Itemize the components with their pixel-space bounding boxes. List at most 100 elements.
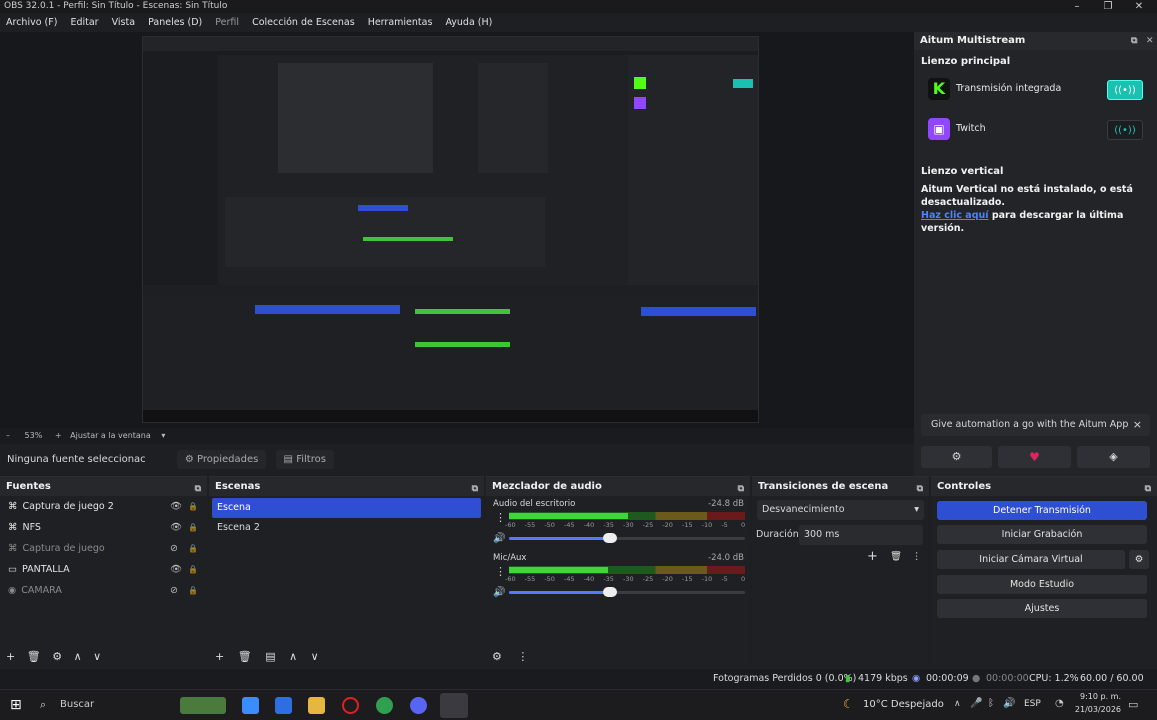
start-recording-button[interactable]: Iniciar Grabación [937,525,1147,544]
settings-icon[interactable]: ⚙ [921,446,992,468]
store-icon[interactable] [275,697,292,714]
eye-off-icon[interactable]: ⊘ [170,539,178,559]
search-icon[interactable]: ⌕ [40,698,46,712]
lock-icon[interactable]: 🔒 [188,497,198,517]
properties-button[interactable]: ⚙ Propiedades [176,450,267,469]
speaker-icon[interactable]: 🔊 [493,587,505,598]
settings-button[interactable]: Ajustes [937,599,1147,618]
add-icon[interactable]: + [215,650,224,663]
studio-mode-button[interactable]: Modo Estudio [937,575,1147,594]
source-item[interactable]: ▭ PANTALLA 👁 🔒 [0,560,207,580]
volume-slider-handle[interactable] [603,533,618,543]
promo-banner[interactable]: Give automation a go with the Aitum App … [921,414,1150,436]
close-dock-icon[interactable]: ✕ [1146,32,1154,50]
discord-icon[interactable] [410,697,427,714]
source-item[interactable]: ◉ CAMARA ⊘ 🔒 [0,581,207,601]
trash-icon[interactable]: 🗑 [890,547,902,567]
lock-icon[interactable]: 🔒 [188,581,198,601]
status-bar: Fotogramas Perdidos 0 (0.0%) ▮ 4179 kbps… [0,669,1157,704]
eye-icon[interactable]: 👁 [170,560,182,580]
chevron-down-icon[interactable]: ▾ [161,431,165,440]
lock-icon[interactable]: 🔒 [188,560,198,580]
language[interactable]: ESP [1024,699,1041,709]
virtualcam-gear-icon[interactable]: ⚙ [1129,550,1149,569]
trash-icon[interactable]: 🗑 [238,650,252,663]
output-toggle-kick[interactable]: ((•)) [1107,80,1143,100]
zoom-in-icon[interactable]: + [55,431,62,440]
menu-dots-icon[interactable]: ⋮ [912,547,922,567]
stop-streaming-button[interactable]: Detener Transmisión [937,501,1147,520]
preview-area[interactable] [0,32,914,428]
zoom-out-icon[interactable]: – [6,431,10,440]
minimize-icon[interactable]: – [1062,0,1092,13]
transition-select[interactable]: Desvanecimiento ▾ [757,500,924,520]
float-icon[interactable]: ⧉ [917,480,923,499]
filter-icon[interactable]: ▤ [265,650,275,663]
down-icon[interactable]: ∨ [311,650,319,663]
float-icon[interactable]: ⧉ [472,480,478,499]
up-icon[interactable]: ∧ [74,650,82,663]
start-virtualcam-button[interactable]: Iniciar Cámara Virtual [937,550,1125,569]
bluetooth-icon[interactable]: ᛒ [988,698,994,709]
menu-edit[interactable]: Editar [70,17,98,28]
taskbar-search[interactable]: Buscar [60,699,94,710]
menu-view[interactable]: Vista [112,17,135,28]
source-item[interactable]: ⌘ NFS 👁 🔒 [0,518,207,538]
opera-icon[interactable] [342,697,359,714]
lock-icon[interactable]: 🔒 [188,539,198,559]
windows-start-icon[interactable]: ⊞ [10,697,22,713]
fit-window[interactable]: Ajustar a la ventana [70,431,151,440]
eye-icon[interactable]: 👁 [170,518,182,538]
folder-icon[interactable] [308,697,325,714]
menu-profile[interactable]: Perfil [215,17,239,28]
close-icon[interactable]: ✕ [1124,0,1154,13]
menu-scene-collection[interactable]: Colección de Escenas [252,17,355,28]
float-icon[interactable]: ⧉ [738,480,744,499]
volume-slider-handle[interactable] [603,587,618,597]
down-icon[interactable]: ∨ [93,650,101,663]
menu-help[interactable]: Ayuda (H) [445,17,492,28]
wifi-icon[interactable]: ◔ [1055,698,1064,709]
float-icon[interactable]: ⧉ [1131,32,1137,50]
promo-close-icon[interactable]: × [1133,414,1142,436]
add-icon[interactable]: + [6,650,15,663]
scene-item[interactable]: Escena [212,498,481,518]
float-icon[interactable]: ⧉ [1145,480,1151,499]
vertical-message: Aitum Vertical no está instalado, o está… [921,184,1133,234]
up-icon[interactable]: ∧ [289,650,297,663]
obs-icon[interactable] [440,693,468,718]
heart-icon[interactable]: ♥ [998,446,1071,468]
copilot-icon[interactable] [242,697,259,714]
speaker-icon[interactable]: 🔊 [493,533,505,544]
duration-input[interactable]: 300 ms [799,525,923,545]
gear-icon[interactable]: ⚙ [52,650,62,663]
download-link[interactable]: Haz clic aquí [921,210,989,221]
discord-icon[interactable]: ◈ [1077,446,1150,468]
eye-off-icon[interactable]: ⊘ [170,581,178,601]
clock-time[interactable]: 9:10 p. m. [1077,692,1121,701]
chevron-up-icon[interactable]: ∧ [954,699,961,709]
scene-item[interactable]: Escena 2 [212,518,481,538]
source-item[interactable]: ⌘ Captura de juego ⊘ 🔒 [0,539,207,559]
lock-icon[interactable]: 🔒 [188,518,198,538]
notification-icon[interactable]: ▭ [1128,698,1138,711]
eye-icon[interactable]: 👁 [170,497,182,517]
output-toggle-twitch[interactable]: ((•)) [1107,120,1143,140]
volume-icon[interactable]: 🔊 [1003,698,1015,709]
menu-dots-icon[interactable]: ⋮ [517,650,528,663]
source-item[interactable]: ⌘ Captura de juego 2 👁 🔒 [0,497,207,517]
menu-tools[interactable]: Herramientas [368,17,433,28]
menu-docks[interactable]: Paneles (D) [148,17,202,28]
clock-date[interactable]: 21/03/2026 [1073,705,1121,714]
weather[interactable]: 10°C Despejado [863,699,944,710]
advanced-audio-icon[interactable]: ⚙ [492,650,502,663]
add-icon[interactable]: + [867,547,878,567]
controls-dock: Controles ⧉ Detener Transmisión Iniciar G… [931,476,1157,669]
mic-icon[interactable]: 🎤 [970,698,982,709]
trash-icon[interactable]: 🗑 [27,650,41,663]
maximize-icon[interactable]: ❐ [1093,0,1123,13]
chrome-icon[interactable] [376,697,393,714]
zoom-level[interactable]: 53% [25,431,43,440]
menu-file[interactable]: Archivo (F) [6,17,57,28]
filters-button[interactable]: ▤ Filtros [275,450,334,469]
